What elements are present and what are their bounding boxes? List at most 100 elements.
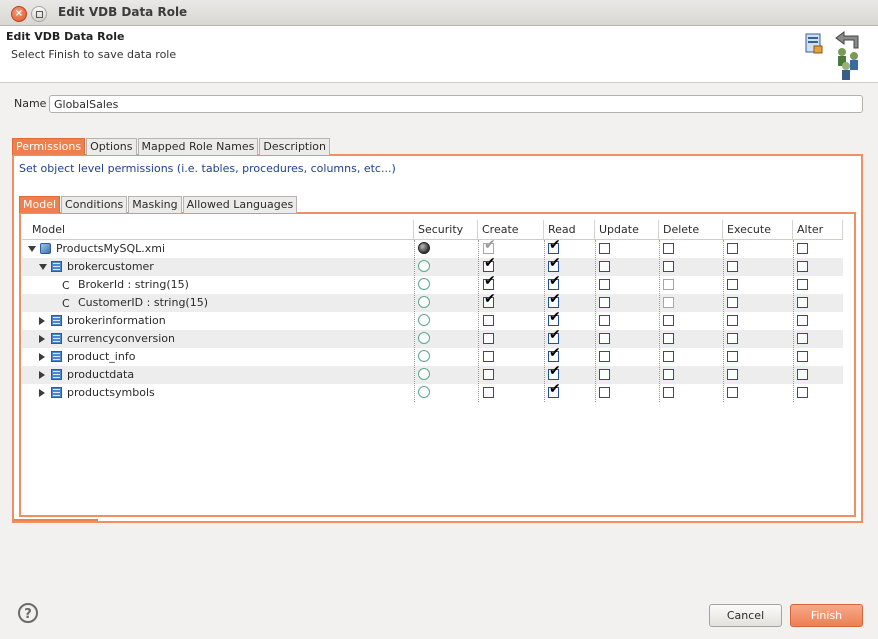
execute-checkbox[interactable] xyxy=(727,369,738,380)
update-checkbox[interactable] xyxy=(599,315,610,326)
delete-checkbox[interactable] xyxy=(663,297,674,308)
security-indicator[interactable] xyxy=(418,296,430,308)
security-indicator[interactable] xyxy=(418,350,430,362)
read-checkbox[interactable] xyxy=(548,310,561,326)
execute-checkbox[interactable] xyxy=(727,261,738,272)
update-checkbox[interactable] xyxy=(599,279,610,290)
update-checkbox[interactable] xyxy=(599,351,610,362)
delete-checkbox[interactable] xyxy=(663,369,674,380)
help-icon[interactable]: ? xyxy=(18,603,38,623)
delete-checkbox[interactable] xyxy=(663,243,674,254)
table-row[interactable]: productdata xyxy=(22,364,843,384)
table-row[interactable]: C CustomerID : string(15) xyxy=(22,292,843,312)
execute-checkbox[interactable] xyxy=(727,279,738,290)
collapse-arrow-icon[interactable] xyxy=(39,264,47,270)
alter-checkbox[interactable] xyxy=(797,387,808,398)
security-indicator[interactable] xyxy=(418,332,430,344)
expand-arrow-icon[interactable] xyxy=(39,317,45,325)
update-checkbox[interactable] xyxy=(599,387,610,398)
delete-checkbox[interactable] xyxy=(663,261,674,272)
expand-arrow-icon[interactable] xyxy=(39,371,45,379)
update-checkbox[interactable] xyxy=(599,261,610,272)
create-checkbox[interactable] xyxy=(483,369,494,380)
alter-checkbox[interactable] xyxy=(797,369,808,380)
alter-checkbox[interactable] xyxy=(797,315,808,326)
execute-checkbox[interactable] xyxy=(727,315,738,326)
create-checkbox[interactable] xyxy=(483,274,496,290)
name-field[interactable]: GlobalSales xyxy=(49,95,863,113)
execute-checkbox[interactable] xyxy=(727,333,738,344)
column-header-execute[interactable]: Execute xyxy=(723,220,793,239)
maximize-window-button[interactable] xyxy=(31,6,47,22)
read-checkbox[interactable] xyxy=(548,364,561,380)
tab-permissions[interactable]: Permissions xyxy=(12,138,86,155)
table-row[interactable]: productsymbols xyxy=(22,382,843,402)
update-checkbox[interactable] xyxy=(599,297,610,308)
create-checkbox[interactable] xyxy=(483,292,496,308)
execute-checkbox[interactable] xyxy=(727,243,738,254)
read-checkbox[interactable] xyxy=(548,292,561,308)
alter-checkbox[interactable] xyxy=(797,279,808,290)
alter-checkbox[interactable] xyxy=(797,333,808,344)
tab-mapped-role-names[interactable]: Mapped Role Names xyxy=(137,138,259,155)
create-checkbox[interactable] xyxy=(483,387,494,398)
update-checkbox[interactable] xyxy=(599,369,610,380)
security-indicator[interactable] xyxy=(418,314,430,326)
tab-description[interactable]: Description xyxy=(259,138,330,155)
read-checkbox[interactable] xyxy=(548,328,561,344)
security-indicator[interactable] xyxy=(418,368,430,380)
finish-button[interactable]: Finish xyxy=(790,604,863,627)
table-row[interactable]: C BrokerId : string(15) xyxy=(22,274,843,294)
table-row[interactable]: ProductsMySQL.xmi xyxy=(22,238,843,258)
collapse-arrow-icon[interactable] xyxy=(28,246,36,252)
execute-checkbox[interactable] xyxy=(727,297,738,308)
create-checkbox[interactable] xyxy=(483,351,494,362)
column-header-alter[interactable]: Alter xyxy=(793,220,843,239)
security-indicator[interactable] xyxy=(418,242,430,254)
table-row[interactable]: brokerinformation xyxy=(22,310,843,330)
expand-arrow-icon[interactable] xyxy=(39,335,45,343)
delete-checkbox[interactable] xyxy=(663,279,674,290)
create-checkbox[interactable] xyxy=(483,256,496,272)
expand-arrow-icon[interactable] xyxy=(39,353,45,361)
read-checkbox[interactable] xyxy=(548,274,561,290)
read-checkbox[interactable] xyxy=(548,346,561,362)
delete-checkbox[interactable] xyxy=(663,315,674,326)
column-header-security[interactable]: Security xyxy=(414,220,478,239)
tab-options[interactable]: Options xyxy=(86,138,137,155)
create-checkbox[interactable] xyxy=(483,333,494,344)
cancel-button[interactable]: Cancel xyxy=(709,604,782,627)
delete-checkbox[interactable] xyxy=(663,333,674,344)
security-indicator[interactable] xyxy=(418,278,430,290)
column-header-delete[interactable]: Delete xyxy=(659,220,723,239)
tab-conditions[interactable]: Conditions xyxy=(61,196,128,213)
alter-checkbox[interactable] xyxy=(797,243,808,254)
delete-checkbox[interactable] xyxy=(663,387,674,398)
read-checkbox[interactable] xyxy=(548,382,561,398)
create-checkbox[interactable] xyxy=(483,238,496,254)
create-checkbox[interactable] xyxy=(483,315,494,326)
read-checkbox[interactable] xyxy=(548,238,561,254)
alter-checkbox[interactable] xyxy=(797,297,808,308)
delete-checkbox[interactable] xyxy=(663,351,674,362)
table-row[interactable]: brokercustomer xyxy=(22,256,843,276)
read-checkbox[interactable] xyxy=(548,256,561,272)
execute-checkbox[interactable] xyxy=(727,351,738,362)
close-window-button[interactable]: × xyxy=(11,6,27,22)
table-row[interactable]: currencyconversion xyxy=(22,328,843,348)
alter-checkbox[interactable] xyxy=(797,261,808,272)
expand-arrow-icon[interactable] xyxy=(39,389,45,397)
update-checkbox[interactable] xyxy=(599,243,610,254)
alter-checkbox[interactable] xyxy=(797,351,808,362)
tab-model[interactable]: Model xyxy=(19,196,61,213)
tab-allowed-languages[interactable]: Allowed Languages xyxy=(182,196,298,213)
table-icon xyxy=(51,369,62,380)
update-checkbox[interactable] xyxy=(599,333,610,344)
execute-checkbox[interactable] xyxy=(727,387,738,398)
column-header-update[interactable]: Update xyxy=(595,220,659,239)
security-indicator[interactable] xyxy=(418,260,430,272)
table-row[interactable]: product_info xyxy=(22,346,843,366)
column-header-model[interactable]: Model xyxy=(28,220,414,239)
tab-masking[interactable]: Masking xyxy=(128,196,182,213)
security-indicator[interactable] xyxy=(418,386,430,398)
